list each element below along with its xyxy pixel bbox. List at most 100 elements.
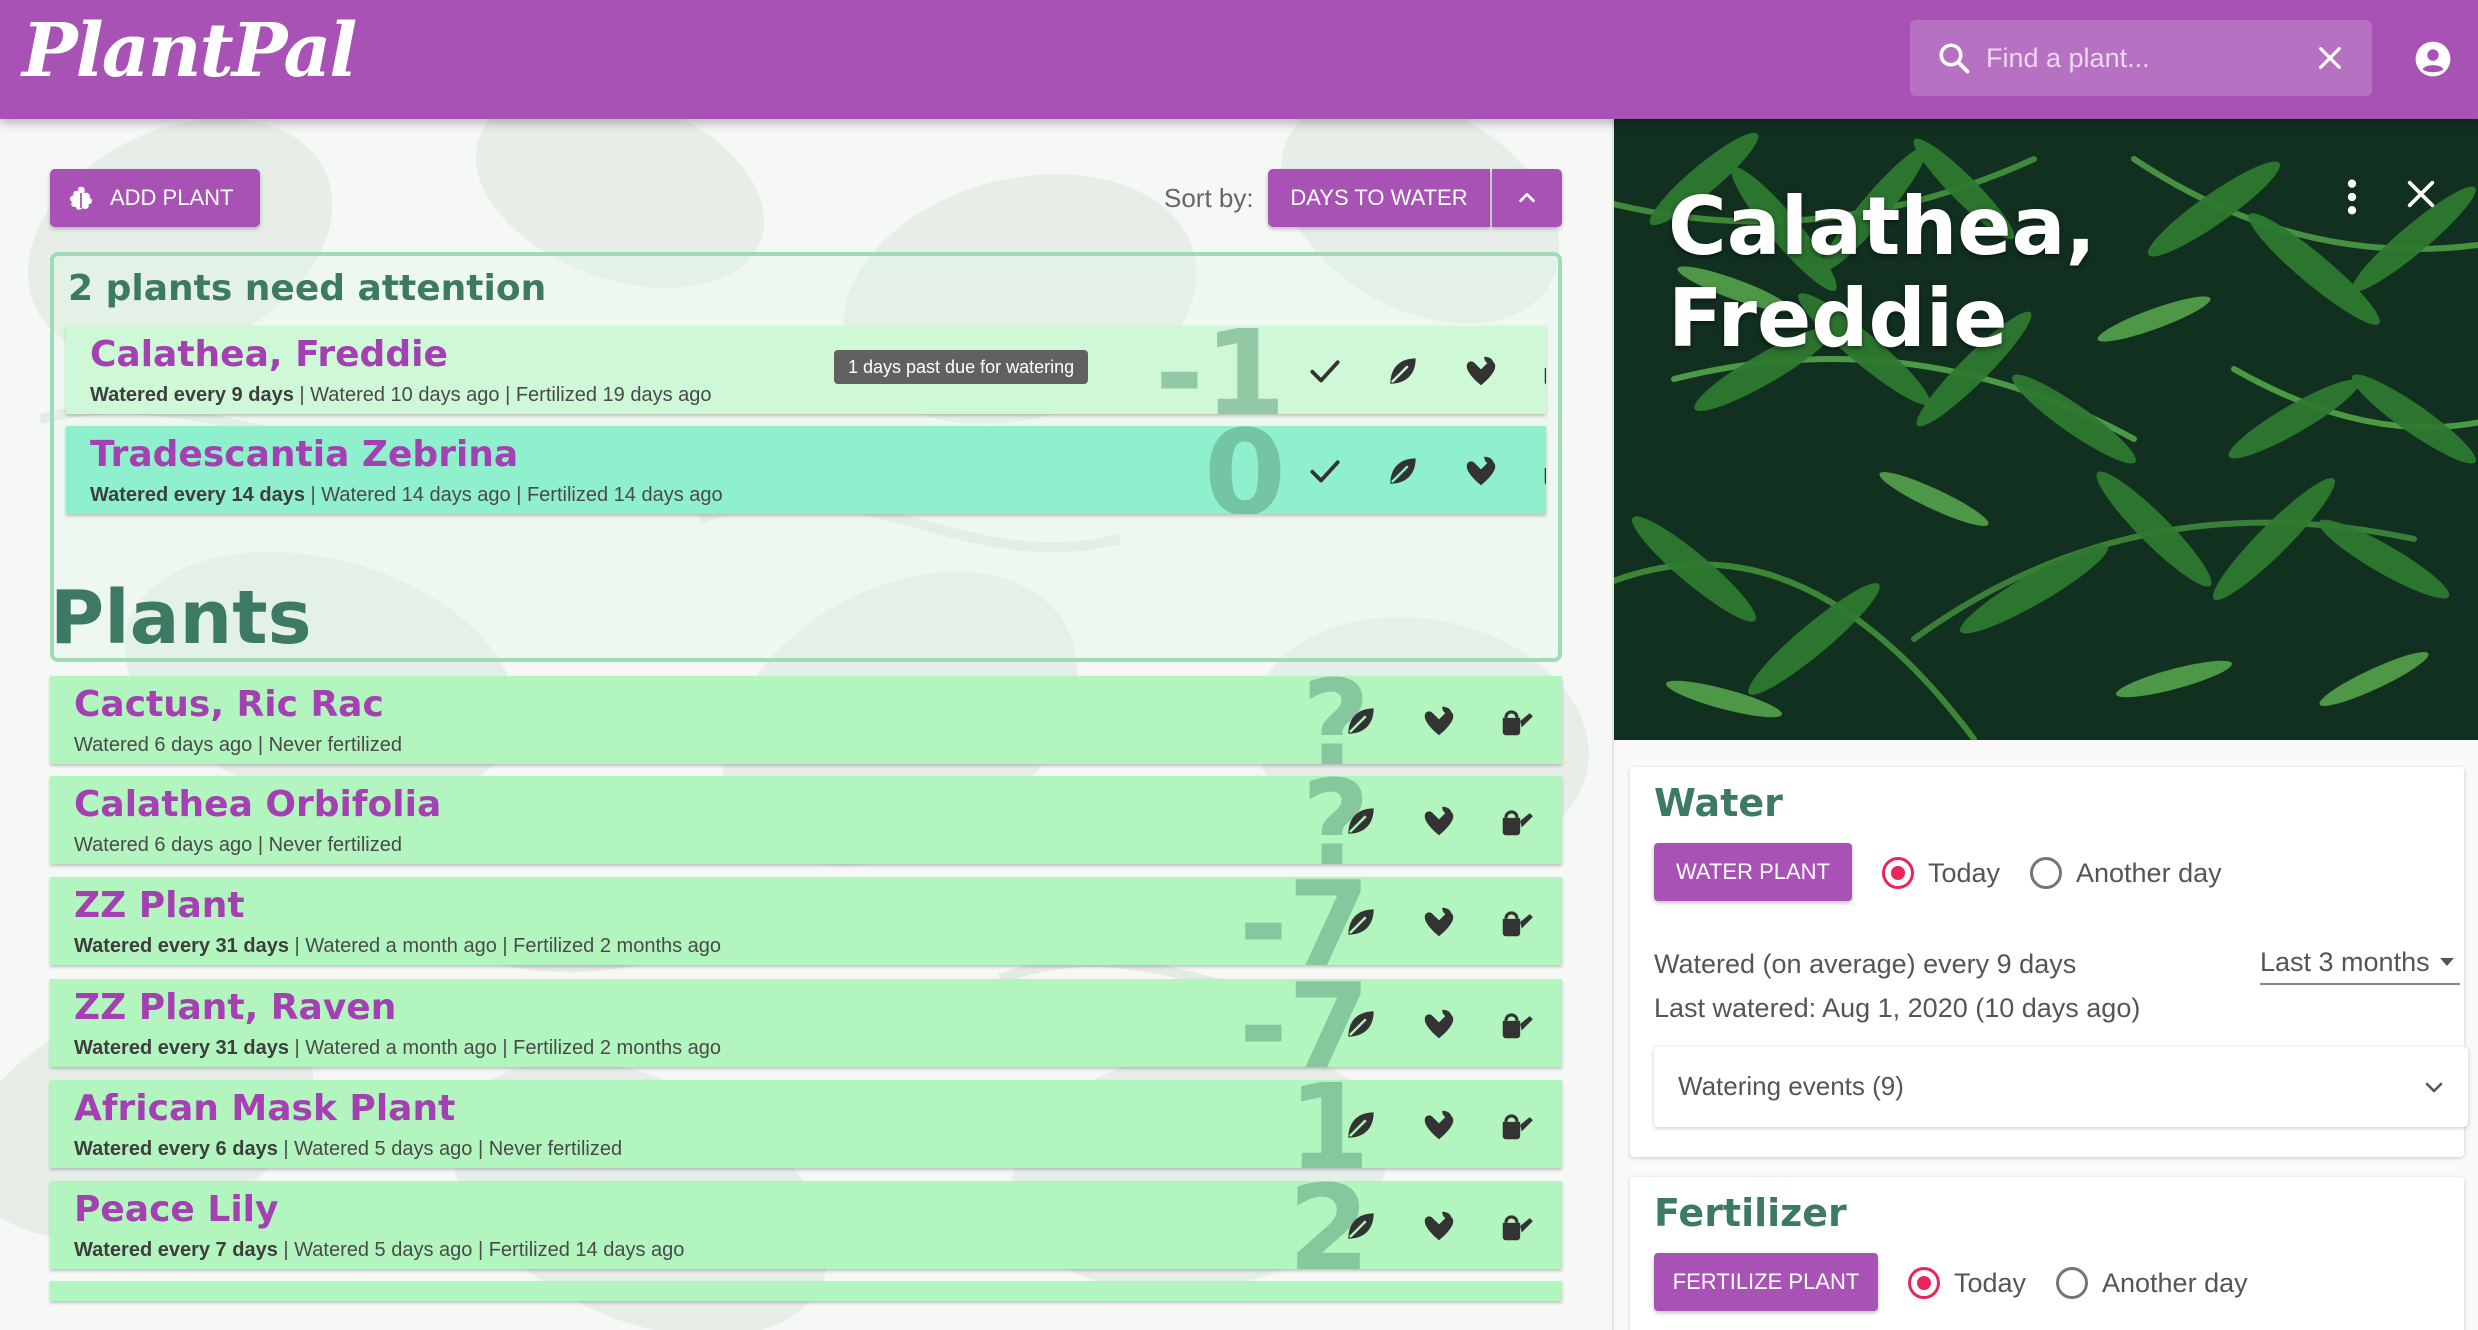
- plant-card-calathea-orbifolia[interactable]: Calathea Orbifolia Watered 6 days ago | …: [50, 776, 1562, 864]
- watering-frequency: Watered every 7 days: [74, 1239, 278, 1261]
- plant-detail-title: Calathea, Freddie: [1668, 180, 2096, 365]
- app-logo[interactable]: PlantPal: [22, 8, 357, 94]
- add-plant-label: ADD PLANT: [110, 185, 234, 210]
- radio-unchecked-icon: [2030, 857, 2062, 889]
- attention-title: 2 plants need attention: [68, 268, 547, 309]
- fertilizer-icon[interactable]: [1420, 702, 1458, 740]
- leaf-icon[interactable]: [1342, 903, 1380, 941]
- fertilize-plant-button[interactable]: FERTILIZE PLANT: [1654, 1253, 1878, 1311]
- plant-hero-image: Calathea, Freddie: [1614, 119, 2478, 740]
- leaf-icon[interactable]: [1342, 1207, 1380, 1245]
- add-plant-button[interactable]: ADD PLANT: [50, 169, 260, 227]
- last-watered: Watered 5 days ago: [294, 1239, 473, 1261]
- watering-can-icon[interactable]: [1498, 1106, 1536, 1144]
- last-watered: Watered a month ago: [305, 1037, 497, 1059]
- attention-card-tradescantia-zebrina[interactable]: Tradescantia Zebrina Watered every 14 da…: [66, 426, 1546, 514]
- caret-down-icon: [2440, 958, 2454, 966]
- plant-card-african-mask-plant[interactable]: African Mask Plant Watered every 6 days …: [50, 1080, 1562, 1168]
- fertilizer-icon[interactable]: [1420, 903, 1458, 941]
- plant-name: Calathea, Freddie: [90, 334, 448, 375]
- days-to-water: 1: [1287, 1080, 1370, 1168]
- plant-meta: Watered every 6 days | Watered 5 days ag…: [74, 1138, 623, 1160]
- overdue-tooltip: 1 days past due for watering: [834, 350, 1089, 384]
- leaf-icon[interactable]: [1384, 352, 1422, 390]
- leaf-icon[interactable]: [1342, 1106, 1380, 1144]
- fertilizer-icon[interactable]: [1462, 352, 1500, 390]
- plant-card-peace-lily[interactable]: Peace Lily Watered every 7 days | Watere…: [50, 1181, 1562, 1269]
- plant-name: Tradescantia Zebrina: [90, 434, 519, 475]
- plant-name: Peace Lily: [74, 1189, 279, 1230]
- watering-frequency: Watered every 31 days: [74, 935, 289, 957]
- check-icon[interactable]: [1306, 352, 1344, 390]
- plant-meta: Watered every 7 days | Watered 5 days ag…: [74, 1239, 685, 1261]
- last-fertilized: Fertilized 2 months ago: [513, 1037, 722, 1059]
- fertilizer-icon[interactable]: [1420, 1207, 1458, 1245]
- plant-card-zz-plant[interactable]: ZZ Plant Watered every 31 days | Watered…: [50, 877, 1562, 965]
- radio-label: Today: [1928, 857, 2001, 888]
- plant-card-partial[interactable]: [50, 1281, 1562, 1301]
- radio-label: Another day: [2102, 1267, 2248, 1298]
- last-watered: Watered 6 days ago: [74, 734, 253, 756]
- leaf-icon[interactable]: [1342, 802, 1380, 840]
- watering-can-icon[interactable]: [1540, 452, 1546, 490]
- plants-heading: Plants: [50, 575, 312, 661]
- watering-can-icon[interactable]: [1498, 1207, 1536, 1245]
- sort-direction-button[interactable]: [1492, 169, 1562, 227]
- watering-can-icon[interactable]: [1498, 1005, 1536, 1043]
- fertilizer-icon[interactable]: [1420, 802, 1458, 840]
- days-to-water: -7: [1238, 979, 1370, 1067]
- plant-name: Calathea Orbifolia: [74, 784, 442, 825]
- days-to-water: ?: [1301, 676, 1370, 764]
- leaf-icon[interactable]: [1384, 452, 1422, 490]
- sort-field-button[interactable]: DAYS TO WATER: [1268, 169, 1490, 227]
- water-panel: Water WATER PLANT Today Another day Wate…: [1630, 767, 2468, 1157]
- fertilize-today-radio[interactable]: Today: [1908, 1267, 2026, 1299]
- last-watered-date: Last watered: Aug 1, 2020 (10 days ago): [1654, 993, 2141, 1023]
- water-today-radio[interactable]: Today: [1882, 857, 2000, 889]
- search-input[interactable]: [1986, 34, 2286, 82]
- watering-frequency: Watered every 31 days: [74, 1037, 289, 1059]
- chevron-down-icon: [2425, 1082, 2443, 1093]
- plant-icon: [69, 186, 93, 210]
- last-fertilized: Fertilized 2 months ago: [513, 935, 722, 957]
- last-fertilized: Fertilized 14 days ago: [488, 1239, 685, 1261]
- leaf-icon[interactable]: [1342, 1005, 1380, 1043]
- plant-meta: Watered every 14 days | Watered 14 days …: [90, 484, 723, 506]
- account-icon[interactable]: [2414, 40, 2452, 78]
- plant-card-cactus-ric-rac[interactable]: Cactus, Ric Rac Watered 6 days ago | Nev…: [50, 676, 1562, 764]
- water-another-day-radio[interactable]: Another day: [2030, 857, 2222, 889]
- fertilizer-icon[interactable]: [1420, 1106, 1458, 1144]
- watering-can-icon[interactable]: [1498, 702, 1536, 740]
- attention-card-calathea-freddie[interactable]: Calathea, Freddie Watered every 9 days |…: [66, 326, 1546, 414]
- close-icon[interactable]: [2404, 177, 2438, 211]
- plant-meta: Watered every 31 days | Watered a month …: [74, 935, 722, 957]
- plant-list-pane[interactable]: ADD PLANT Sort by: DAYS TO WATER 2 plant…: [0, 119, 1612, 1330]
- close-icon[interactable]: [2314, 42, 2346, 74]
- water-plant-button[interactable]: WATER PLANT: [1654, 843, 1852, 901]
- history-range-select[interactable]: Last 3 months: [2260, 941, 2460, 985]
- check-icon[interactable]: [1306, 452, 1344, 490]
- days-to-water: -7: [1238, 877, 1370, 965]
- water-heading: Water: [1654, 781, 1783, 825]
- sort-label: Sort by:: [1164, 183, 1254, 213]
- leaf-icon[interactable]: [1342, 702, 1380, 740]
- watering-frequency: Watered every 14 days: [90, 484, 305, 506]
- plant-meta: Watered every 31 days | Watered a month …: [74, 1037, 722, 1059]
- last-fertilized: Never fertilized: [488, 1138, 623, 1160]
- fertilizer-icon[interactable]: [1462, 452, 1500, 490]
- radio-unchecked-icon: [2056, 1267, 2088, 1299]
- fertilizer-panel: Fertilizer FERTILIZE PLANT Today Another…: [1630, 1177, 2464, 1330]
- watering-average: Watered (on average) every 9 days: [1654, 949, 2077, 979]
- fertilize-another-day-radio[interactable]: Another day: [2056, 1267, 2248, 1299]
- more-options-icon[interactable]: [2340, 177, 2364, 217]
- plant-card-zz-plant-raven[interactable]: ZZ Plant, Raven Watered every 31 days | …: [50, 979, 1562, 1067]
- plant-name: ZZ Plant, Raven: [74, 987, 397, 1028]
- watering-can-icon[interactable]: [1498, 802, 1536, 840]
- plant-meta: Watered 6 days ago | Never fertilized: [74, 734, 402, 756]
- watering-events-accordion[interactable]: Watering events (9): [1654, 1047, 2468, 1127]
- plant-name: African Mask Plant: [74, 1088, 456, 1129]
- fertilizer-icon[interactable]: [1420, 1005, 1458, 1043]
- watering-can-icon[interactable]: [1498, 903, 1536, 941]
- watering-can-icon[interactable]: [1540, 352, 1546, 390]
- last-fertilized: Fertilized 14 days ago: [526, 484, 723, 506]
